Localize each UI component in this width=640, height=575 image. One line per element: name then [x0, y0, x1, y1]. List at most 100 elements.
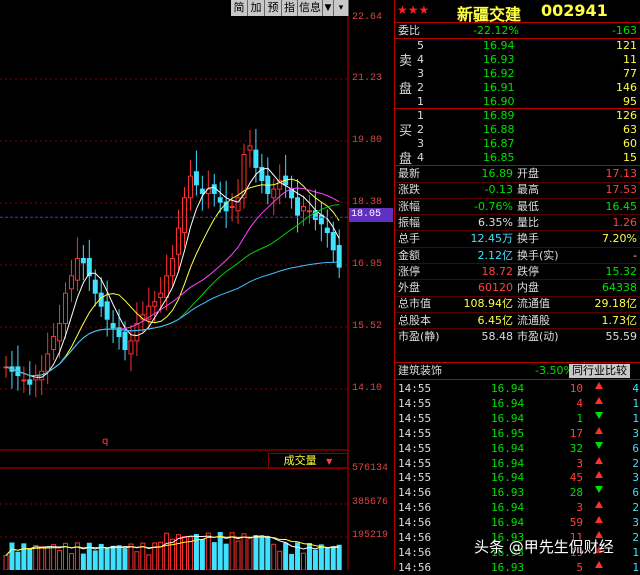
toolbar-info-button[interactable]: 信息: [298, 0, 323, 16]
tick-volume: 17: [569, 426, 583, 440]
buy-volume: 60: [623, 137, 637, 150]
tick-time: 14:55: [398, 426, 432, 440]
tick-count: 6: [632, 441, 639, 455]
toolbar-yu-button[interactable]: 预: [265, 0, 282, 16]
volume-bar: [39, 546, 45, 570]
volume-bar: [51, 544, 57, 570]
tick-volume: 10: [569, 382, 583, 395]
tick-price: 16.94: [491, 396, 525, 410]
sell-price: 16.90: [483, 95, 515, 108]
volume-bar: [122, 548, 128, 570]
stat-value: 15.32: [605, 264, 638, 278]
weibi-value: -22.12%: [473, 24, 519, 37]
weibi-diff: -163: [612, 24, 637, 37]
down-arrow-icon: [595, 411, 603, 419]
buy-level: 2: [417, 123, 424, 136]
stat-label: 最新: [398, 167, 420, 180]
buy-side-label: 买: [399, 124, 413, 139]
volume-bar: [289, 553, 295, 570]
toolbar-zhi-button[interactable]: 指: [282, 0, 298, 16]
stat-value: 17.53: [605, 183, 638, 197]
volume-indicator-label: 成交量: [283, 454, 317, 467]
tick-count: 1: [632, 396, 639, 410]
sell-level-row[interactable]: 3 16.92 77: [395, 66, 640, 81]
sell-level: 5: [417, 39, 424, 52]
sell-level-row[interactable]: 2 16.91 146: [395, 80, 640, 95]
stat-label: 涨停: [398, 264, 420, 278]
price-tick-label: 15.52: [352, 321, 383, 332]
candle-body: [122, 331, 128, 351]
candle-body: [336, 244, 342, 268]
stat-row: 总手 12.45万 换手 7.20%: [395, 231, 640, 246]
tick-count: 6: [632, 486, 639, 500]
price-tick-label: 18.38: [352, 197, 383, 208]
up-arrow-icon: [595, 471, 603, 479]
stat-value: 58.48: [481, 330, 514, 343]
down-arrow-icon: [595, 486, 603, 494]
sell-level-row[interactable]: 1 16.90 95: [395, 94, 640, 109]
volume-bar: [312, 549, 318, 570]
stat-row: 涨幅 -0.76% 最低 16.45: [395, 199, 640, 214]
tick-price: 16.94: [491, 441, 525, 455]
buy-level-row[interactable]: 1 16.89 126: [395, 108, 640, 123]
sell-level-row[interactable]: 5 16.94 121: [395, 38, 640, 53]
tick-row: 14:55 16.95 17 3: [395, 426, 640, 441]
candle-body: [63, 292, 68, 325]
tick-count: 3: [632, 516, 639, 530]
tick-volume: 3: [576, 456, 583, 470]
candle-body: [51, 336, 57, 351]
sell-volume: 11: [623, 53, 637, 66]
toolbar-jian-button[interactable]: 简: [231, 0, 248, 16]
stat-value: 1.26: [612, 215, 638, 229]
tick-volume: 45: [569, 471, 583, 485]
volume-bar: [134, 551, 140, 570]
toolbar-jia-button[interactable]: 加: [248, 0, 265, 16]
buy-level-row[interactable]: 4 16.85 15: [395, 150, 640, 165]
volume-bar: [324, 546, 330, 570]
volume-bar: [259, 535, 265, 570]
sell-level: 1: [417, 95, 424, 108]
sell-level: 4: [417, 53, 424, 66]
volume-bar: [104, 547, 110, 570]
stat-row: 金额 2.12亿 换手(实) -: [395, 248, 640, 263]
sell-volume: 146: [616, 81, 637, 94]
sector-name: 建筑装饰: [398, 364, 442, 377]
price-tick-label: 16.95: [352, 259, 383, 270]
volume-bar: [68, 553, 74, 570]
sell-price: 16.93: [483, 53, 515, 66]
tick-volume: 32: [569, 441, 583, 455]
price-tick-label: 22.64: [352, 12, 383, 23]
sell-volume: 77: [623, 67, 637, 80]
candle-body: [110, 323, 116, 329]
volume-bar: [15, 551, 21, 570]
candle-body: [152, 301, 158, 307]
volume-bar: [217, 532, 223, 570]
weibi-label: 委比: [398, 24, 420, 37]
sell-price: 16.94: [483, 39, 515, 52]
peer-compare-button[interactable]: 同行业比较: [569, 364, 630, 378]
candle-body: [199, 188, 205, 194]
buy-level-row[interactable]: 2 16.88 63: [395, 122, 640, 137]
buy-level-row[interactable]: 3 16.87 60: [395, 136, 640, 151]
volume-tick-label: 195219: [352, 530, 389, 541]
toolbar-menu-icon[interactable]: ▾: [334, 0, 349, 16]
buy-level: 1: [417, 109, 424, 122]
sell-price: 16.92: [483, 67, 515, 80]
candle-body: [271, 188, 277, 199]
tick-row: 14:56 16.93 28 6: [395, 485, 640, 500]
volume-bar: [301, 552, 306, 570]
volume-bar: [128, 543, 134, 570]
tick-count: 4: [632, 382, 639, 395]
volume-indicator-dropdown[interactable]: 成交量 ▼: [268, 453, 348, 469]
stat-label: 开盘: [517, 167, 539, 180]
volume-bar: [318, 544, 324, 570]
kline-chart-area[interactable]: 简 加 预 指 信息 ▼ ▾ 22.64 21.23 19.80 18.38 1…: [0, 0, 394, 570]
tick-count: 1: [632, 545, 639, 559]
stat-label: 金额: [398, 248, 420, 262]
stat-label: 振幅: [398, 215, 420, 229]
volume-bar: [164, 532, 170, 570]
toolbar-scroll-down-icon[interactable]: ▼: [323, 0, 334, 16]
sell-level-row[interactable]: 4 16.93 11: [395, 52, 640, 67]
watermark: 头条 @甲先生侃财经: [474, 538, 614, 556]
kline-chart[interactable]: [0, 0, 394, 570]
